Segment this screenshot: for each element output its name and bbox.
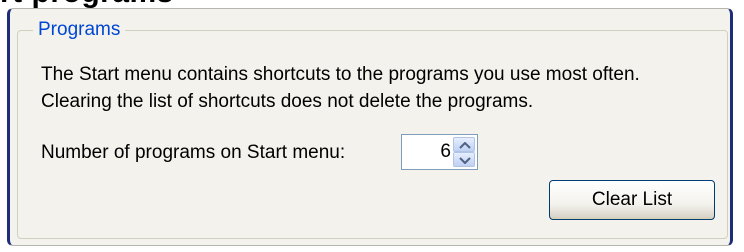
clear-list-button[interactable]: Clear List (549, 180, 715, 220)
window-heading-area: rt programs (0, 0, 744, 8)
program-count-label: Number of programs on Start menu: (41, 142, 346, 163)
spin-buttons (453, 137, 475, 167)
partial-heading: rt programs (0, 0, 174, 8)
spin-down-button[interactable] (453, 152, 475, 167)
arrow-down-icon (459, 157, 471, 164)
description-line-1: The Start menu contains shortcuts to the… (41, 64, 640, 85)
arrow-up-icon (459, 142, 471, 149)
description-line-2: Clearing the list of shortcuts does not … (41, 91, 534, 112)
program-count-spinner[interactable]: 6 (401, 134, 478, 170)
program-count-value[interactable]: 6 (404, 135, 451, 169)
spin-up-button[interactable] (453, 137, 475, 152)
start-menu-properties-page: rt programs Programs The Start menu cont… (0, 0, 744, 252)
programs-group-title: Programs (33, 19, 126, 41)
